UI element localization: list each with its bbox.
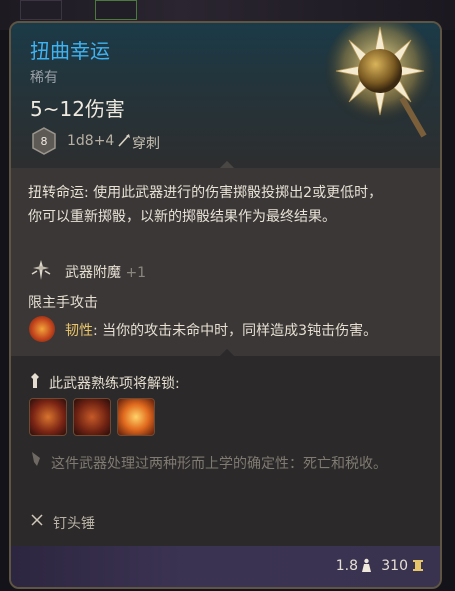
hotbar-slot bbox=[20, 0, 62, 20]
item-weight: 1.8 bbox=[335, 558, 358, 574]
die-value: 8 bbox=[41, 135, 48, 148]
flavor-text: 这件武器处理过两种形而上学的确定性：死亡和税收。 bbox=[51, 456, 387, 472]
proficiency-title: 此武器熟练项将解锁: bbox=[49, 376, 180, 392]
main-hand-restriction: 限主手攻击 bbox=[28, 295, 98, 311]
mace-item-art bbox=[325, 23, 435, 138]
crossed-swords-icon bbox=[31, 514, 43, 526]
action-icon[interactable] bbox=[117, 398, 155, 436]
action-icon[interactable] bbox=[29, 398, 67, 436]
properties-section: 扭转命运: 使用此武器进行的伤害掷骰投掷出2或更低时，你可以重新掷骰，以新的掷骰… bbox=[11, 168, 440, 356]
flavor-quill-icon bbox=[32, 452, 40, 466]
proficiency-section: 此武器熟练项将解锁: 这件武器处理过两种形而上学的确定性：死亡和税收。 钉头锤 bbox=[11, 356, 440, 546]
passive-description: 扭转命运: 使用此武器进行的伤害掷骰投掷出2或更低时，你可以重新掷骰，以新的掷骰… bbox=[28, 181, 383, 229]
enchant-icon bbox=[31, 260, 51, 280]
toughness-text: : 当你的攻击未命中时，同样造成3钝击伤害。 bbox=[93, 323, 378, 339]
item-tooltip: 扭曲幸运 稀有 5~12伤害 8 1d8+4 穿刺 扭转命运: 使用此武器进行的… bbox=[9, 21, 442, 589]
tooltip-footer: 1.8 310 bbox=[11, 546, 440, 587]
item-price: 310 bbox=[381, 558, 408, 574]
action-icon[interactable] bbox=[73, 398, 111, 436]
damage-type: 穿刺 bbox=[132, 136, 160, 152]
toughness-icon bbox=[29, 316, 55, 342]
weight-icon bbox=[362, 558, 371, 572]
item-rarity: 稀有 bbox=[30, 70, 58, 86]
damage-range: 5~12伤害 bbox=[30, 97, 125, 121]
item-name: 扭曲幸运 bbox=[30, 39, 110, 63]
toughness-description: 韧性: 当你的攻击未命中时，同样造成3钝击伤害。 bbox=[65, 320, 377, 340]
hotbar-slot bbox=[95, 0, 137, 20]
passive-name: 扭转命运 bbox=[28, 185, 84, 201]
enchant-value: +1 bbox=[125, 265, 147, 281]
toughness-name: 韧性 bbox=[65, 323, 93, 339]
coin-icon bbox=[413, 560, 423, 571]
die-d8-icon: 8 bbox=[32, 127, 56, 155]
enchantment: 武器附魔 +1 bbox=[65, 262, 146, 282]
proficiency-icon bbox=[31, 373, 39, 388]
tooltip-header: 扭曲幸运 稀有 5~12伤害 8 1d8+4 穿刺 bbox=[11, 23, 440, 168]
enchant-label: 武器附魔 bbox=[65, 265, 121, 281]
weapon-type: 钉头锤 bbox=[53, 516, 95, 532]
damage-dice: 1d8+4 bbox=[67, 133, 115, 149]
pierce-icon bbox=[118, 134, 130, 147]
